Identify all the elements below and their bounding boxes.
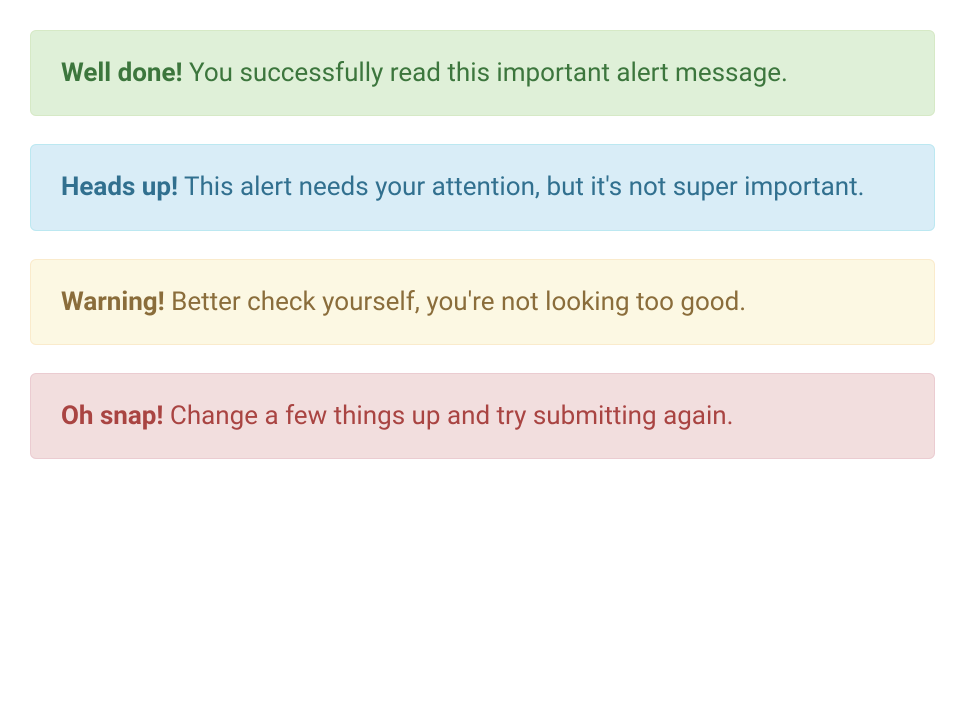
alert-success-message: You successfully read this important ale… <box>183 58 788 88</box>
alert-warning-message: Better check yourself, you're not lookin… <box>165 287 746 317</box>
alert-danger-title: Oh snap! <box>61 401 163 431</box>
alert-info: Heads up! This alert needs your attentio… <box>30 144 935 230</box>
alert-danger-message: Change a few things up and try submittin… <box>163 401 733 431</box>
alert-info-title: Heads up! <box>61 172 178 202</box>
alert-success: Well done! You successfully read this im… <box>30 30 935 116</box>
alert-warning-title: Warning! <box>61 287 165 317</box>
alert-danger: Oh snap! Change a few things up and try … <box>30 373 935 459</box>
alert-info-message: This alert needs your attention, but it'… <box>178 172 865 202</box>
alert-warning: Warning! Better check yourself, you're n… <box>30 259 935 345</box>
alert-success-title: Well done! <box>61 58 183 88</box>
